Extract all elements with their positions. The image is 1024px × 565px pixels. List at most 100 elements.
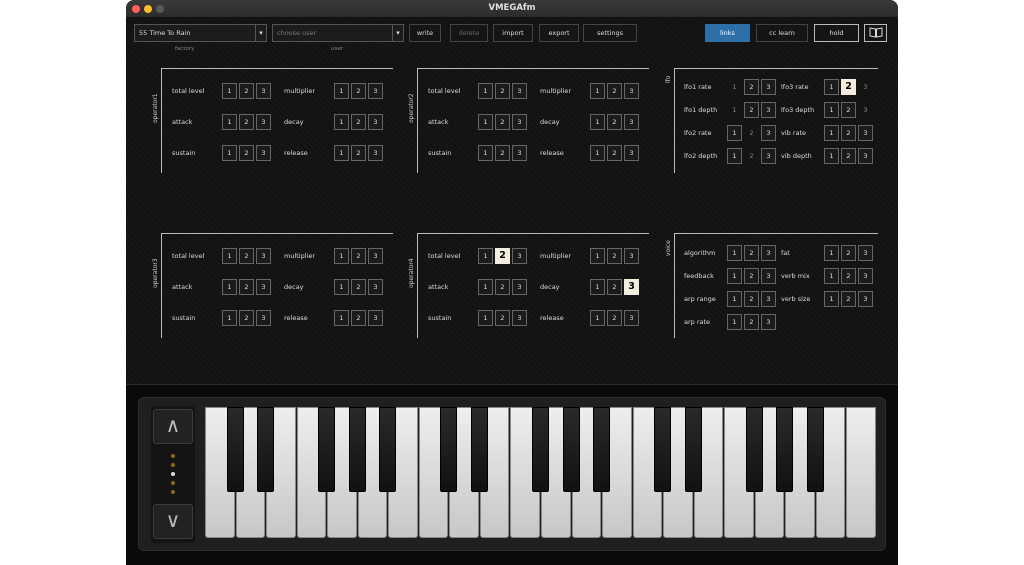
operator2-release-option-2[interactable]: 2 — [607, 145, 622, 161]
operator4-release-option-3[interactable]: 3 — [624, 310, 639, 326]
voice-arp-range-option-2[interactable]: 2 — [744, 291, 759, 307]
lfo-vib-rate-option-1[interactable]: 1 — [824, 125, 839, 141]
operator2-attack-option-1[interactable]: 1 — [478, 114, 493, 130]
operator1-total-level-option-2[interactable]: 2 — [239, 83, 254, 99]
voice-fat-option-3[interactable]: 3 — [858, 245, 873, 261]
lfo-lfo2-depth-option-1[interactable]: 1 — [727, 148, 742, 164]
operator2-decay-option-2[interactable]: 2 — [607, 114, 622, 130]
voice-verb-mix-option-1[interactable]: 1 — [824, 268, 839, 284]
black-key[interactable] — [440, 407, 458, 492]
export-button[interactable]: export — [539, 24, 579, 42]
operator4-release-option-1[interactable]: 1 — [590, 310, 605, 326]
operator3-total-level-option-3[interactable]: 3 — [256, 248, 271, 264]
lfo-lfo1-depth-option-1[interactable]: 1 — [727, 102, 742, 118]
operator1-total-level-option-1[interactable]: 1 — [222, 83, 237, 99]
voice-arp-rate-option-1[interactable]: 1 — [727, 314, 742, 330]
operator4-sustain-option-2[interactable]: 2 — [495, 310, 510, 326]
operator2-release-option-3[interactable]: 3 — [624, 145, 639, 161]
operator3-total-level-option-2[interactable]: 2 — [239, 248, 254, 264]
operator1-release-option-2[interactable]: 2 — [351, 145, 366, 161]
lfo-lfo3-rate-option-1[interactable]: 1 — [824, 79, 839, 95]
voice-arp-range-option-3[interactable]: 3 — [761, 291, 776, 307]
voice-algorithm-option-1[interactable]: 1 — [727, 245, 742, 261]
operator3-sustain-option-3[interactable]: 3 — [256, 310, 271, 326]
operator3-attack-option-2[interactable]: 2 — [239, 279, 254, 295]
lfo-lfo1-rate-option-3[interactable]: 3 — [761, 79, 776, 95]
operator1-attack-option-1[interactable]: 1 — [222, 114, 237, 130]
lfo-lfo2-rate-option-2[interactable]: 2 — [744, 125, 759, 141]
black-key[interactable] — [257, 407, 275, 492]
operator4-attack-option-3[interactable]: 3 — [512, 279, 527, 295]
operator2-decay-option-3[interactable]: 3 — [624, 114, 639, 130]
operator1-multiplier-option-1[interactable]: 1 — [334, 83, 349, 99]
operator1-release-option-3[interactable]: 3 — [368, 145, 383, 161]
lfo-vib-depth-option-1[interactable]: 1 — [824, 148, 839, 164]
manual-book-button[interactable] — [864, 24, 887, 42]
operator3-attack-option-1[interactable]: 1 — [222, 279, 237, 295]
black-key[interactable] — [654, 407, 672, 492]
lfo-lfo3-rate-option-3[interactable]: 3 — [858, 79, 873, 95]
operator3-release-option-2[interactable]: 2 — [351, 310, 366, 326]
operator2-multiplier-option-3[interactable]: 3 — [624, 83, 639, 99]
operator2-multiplier-option-1[interactable]: 1 — [590, 83, 605, 99]
voice-verb-size-option-1[interactable]: 1 — [824, 291, 839, 307]
black-key[interactable] — [806, 407, 824, 492]
operator3-release-option-1[interactable]: 1 — [334, 310, 349, 326]
voice-verb-mix-option-3[interactable]: 3 — [858, 268, 873, 284]
operator4-sustain-option-1[interactable]: 1 — [478, 310, 493, 326]
operator1-total-level-option-3[interactable]: 3 — [256, 83, 271, 99]
cc-learn-button[interactable]: cc learn — [756, 24, 808, 42]
operator3-multiplier-option-3[interactable]: 3 — [368, 248, 383, 264]
operator1-multiplier-option-3[interactable]: 3 — [368, 83, 383, 99]
operator4-decay-option-3[interactable]: 3 — [624, 279, 639, 295]
operator3-multiplier-option-1[interactable]: 1 — [334, 248, 349, 264]
operator2-total-level-option-1[interactable]: 1 — [478, 83, 493, 99]
operator1-attack-option-2[interactable]: 2 — [239, 114, 254, 130]
operator2-attack-option-2[interactable]: 2 — [495, 114, 510, 130]
import-button[interactable]: import — [493, 24, 533, 42]
operator3-sustain-option-2[interactable]: 2 — [239, 310, 254, 326]
voice-verb-size-option-3[interactable]: 3 — [858, 291, 873, 307]
voice-feedback-option-2[interactable]: 2 — [744, 268, 759, 284]
operator3-total-level-option-1[interactable]: 1 — [222, 248, 237, 264]
voice-arp-rate-option-2[interactable]: 2 — [744, 314, 759, 330]
operator4-decay-option-1[interactable]: 1 — [590, 279, 605, 295]
operator1-attack-option-3[interactable]: 3 — [256, 114, 271, 130]
lfo-lfo3-depth-option-1[interactable]: 1 — [824, 102, 839, 118]
write-button[interactable]: write — [409, 24, 441, 42]
hold-button[interactable]: hold — [814, 24, 859, 42]
operator1-release-option-1[interactable]: 1 — [334, 145, 349, 161]
operator4-total-level-option-1[interactable]: 1 — [478, 248, 493, 264]
operator3-decay-option-1[interactable]: 1 — [334, 279, 349, 295]
operator1-sustain-option-2[interactable]: 2 — [239, 145, 254, 161]
voice-fat-option-1[interactable]: 1 — [824, 245, 839, 261]
lfo-lfo1-rate-option-2[interactable]: 2 — [744, 79, 759, 95]
operator3-multiplier-option-2[interactable]: 2 — [351, 248, 366, 264]
operator2-total-level-option-2[interactable]: 2 — [495, 83, 510, 99]
operator3-sustain-option-1[interactable]: 1 — [222, 310, 237, 326]
operator2-total-level-option-3[interactable]: 3 — [512, 83, 527, 99]
operator1-decay-option-2[interactable]: 2 — [351, 114, 366, 130]
operator4-sustain-option-3[interactable]: 3 — [512, 310, 527, 326]
operator4-decay-option-2[interactable]: 2 — [607, 279, 622, 295]
operator4-total-level-option-2[interactable]: 2 — [495, 248, 510, 264]
voice-verb-mix-option-2[interactable]: 2 — [841, 268, 856, 284]
black-key[interactable] — [379, 407, 397, 492]
lfo-vib-rate-option-2[interactable]: 2 — [841, 125, 856, 141]
voice-verb-size-option-2[interactable]: 2 — [841, 291, 856, 307]
white-key[interactable] — [846, 407, 876, 538]
lfo-lfo2-depth-option-3[interactable]: 3 — [761, 148, 776, 164]
lfo-lfo2-rate-option-1[interactable]: 1 — [727, 125, 742, 141]
operator4-multiplier-option-2[interactable]: 2 — [607, 248, 622, 264]
user-preset-dropdown[interactable]: choose user — [272, 24, 394, 42]
lfo-lfo3-rate-option-2[interactable]: 2 — [841, 79, 856, 95]
links-button[interactable]: links — [705, 24, 750, 42]
voice-feedback-option-1[interactable]: 1 — [727, 268, 742, 284]
operator2-attack-option-3[interactable]: 3 — [512, 114, 527, 130]
operator2-multiplier-option-2[interactable]: 2 — [607, 83, 622, 99]
operator2-sustain-option-3[interactable]: 3 — [512, 145, 527, 161]
lfo-lfo3-depth-option-3[interactable]: 3 — [858, 102, 873, 118]
operator4-attack-option-2[interactable]: 2 — [495, 279, 510, 295]
lfo-vib-rate-option-3[interactable]: 3 — [858, 125, 873, 141]
lfo-lfo1-rate-option-1[interactable]: 1 — [727, 79, 742, 95]
